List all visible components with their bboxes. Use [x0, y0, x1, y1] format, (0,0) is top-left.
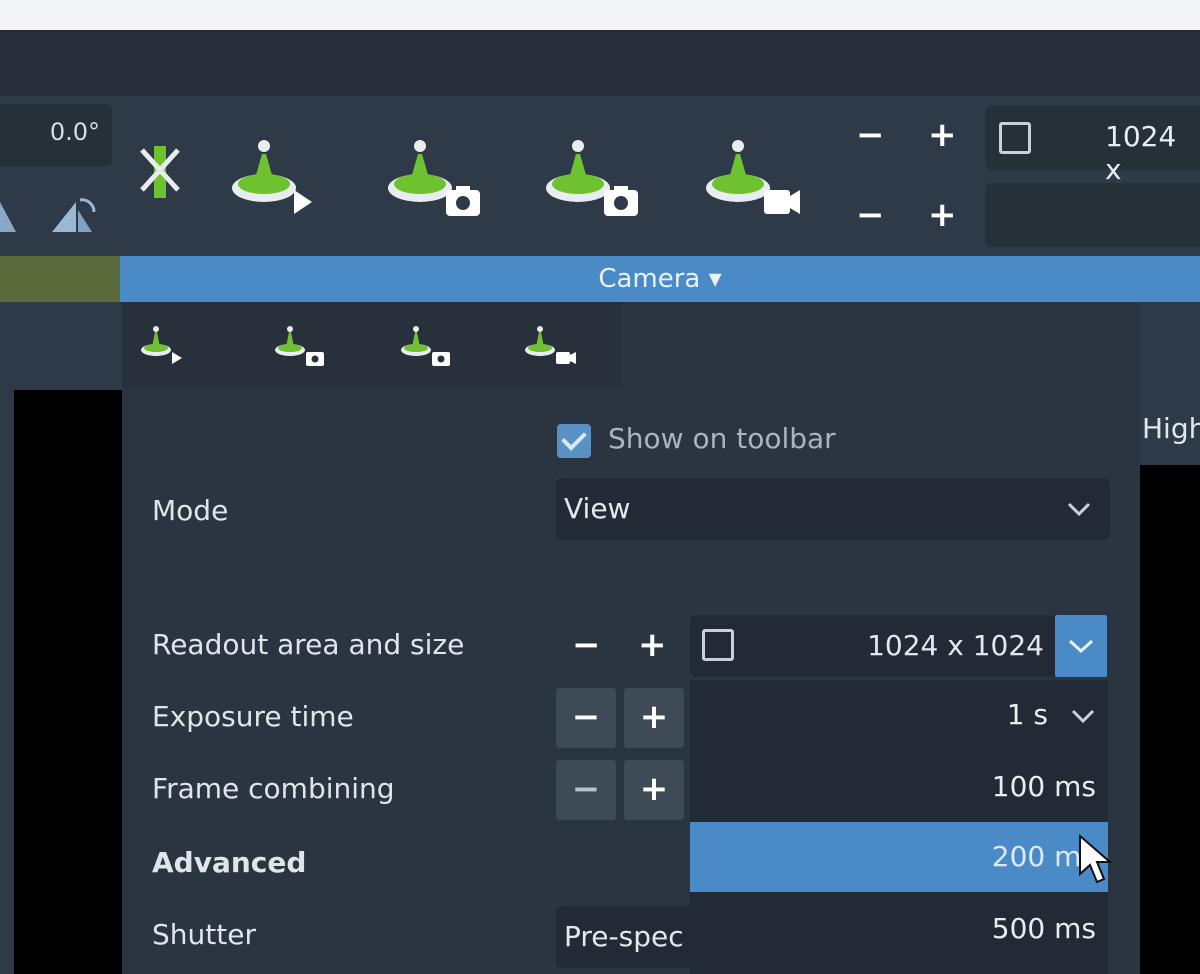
popup-tab-strip-empty — [622, 302, 1140, 388]
chevron-down-icon — [1068, 639, 1094, 654]
exposure-current-text: 1 s — [1006, 698, 1048, 731]
mode-select[interactable]: View — [556, 478, 1110, 540]
toolbar-minus-button-bottom[interactable]: − — [856, 198, 885, 232]
angle-value: 0.0° — [49, 118, 100, 146]
dropdown-option-text: 500 ms — [991, 912, 1096, 945]
exposure-plus-button[interactable]: + — [624, 688, 684, 748]
frame-plus-button[interactable]: + — [624, 760, 684, 820]
video-beam-icon[interactable] — [704, 134, 804, 220]
browser-top-strip — [0, 0, 1200, 30]
title-bar — [0, 30, 1200, 96]
section-bar-green — [0, 256, 120, 302]
readout-minus-button[interactable]: − — [572, 628, 601, 662]
show-on-toolbar-checkbox[interactable] — [557, 424, 591, 458]
advanced-heading: Advanced — [152, 846, 307, 879]
toolbar-minus-button-top[interactable]: − — [856, 118, 885, 152]
camera-beam-icon[interactable] — [386, 134, 486, 220]
rotate-triangle-icon[interactable] — [46, 190, 100, 238]
tab-camera-beam-icon[interactable] — [274, 322, 330, 368]
triangle-small-icon[interactable] — [0, 192, 20, 236]
shutter-select[interactable]: Pre-spec — [556, 906, 696, 968]
exposure-minus-button[interactable]: − — [556, 688, 616, 748]
mode-select-value: View — [564, 492, 631, 525]
readout-checkbox[interactable] — [999, 122, 1031, 154]
view-beam-icon[interactable] — [230, 134, 322, 220]
angle-field[interactable]: 0.0° — [0, 104, 112, 166]
chevron-down-icon — [1067, 502, 1091, 517]
toolbar-readout-value: 1024 x — [1105, 120, 1177, 186]
camera-section-label: Camera ▾ — [598, 264, 722, 294]
shutter-label: Shutter — [152, 918, 256, 951]
dropdown-option-selected[interactable]: 200 ms — [690, 822, 1108, 892]
show-on-toolbar-label: Show on toolbar — [608, 422, 836, 455]
exposure-time-label: Exposure time — [152, 700, 354, 733]
readout-size-value: 1024 x 1024 — [867, 629, 1044, 662]
left-image-view — [14, 390, 122, 974]
readout-plus-button[interactable]: + — [638, 628, 667, 662]
readout-area-label: Readout area and size — [152, 628, 465, 661]
toolbar-plus-button-top[interactable]: + — [928, 118, 957, 152]
tab-view-beam-icon[interactable] — [140, 322, 190, 368]
dropdown-option[interactable]: 100 ms — [690, 752, 1108, 822]
cross-x-icon[interactable] — [136, 140, 186, 204]
readout-dropdown-button[interactable] — [1055, 615, 1107, 677]
tab-camera-beam-icon-2[interactable] — [400, 322, 456, 368]
dropdown-option-text: 100 ms — [991, 770, 1096, 803]
frame-combining-label: Frame combining — [152, 772, 395, 805]
toolbar-plus-button-bottom[interactable]: + — [928, 198, 957, 232]
tab-video-beam-icon[interactable] — [524, 322, 580, 368]
toolbar-readout-field[interactable]: 1024 x — [985, 106, 1200, 186]
readout-area-checkbox[interactable] — [702, 629, 734, 661]
mouse-cursor-icon — [1079, 834, 1112, 884]
dropdown-option[interactable]: 500 ms — [690, 894, 1108, 964]
right-image-view — [1140, 465, 1200, 974]
shutter-select-value: Pre-spec — [564, 920, 684, 953]
toolbar-secondary-field[interactable] — [985, 183, 1200, 247]
right-edge-label: High — [1142, 412, 1200, 445]
mode-label: Mode — [152, 494, 229, 527]
exposure-dropdown-list: 1 s 100 ms 200 ms 500 ms — [690, 680, 1108, 974]
camera-beam-icon-2[interactable] — [544, 134, 644, 220]
frame-minus-button[interactable]: − — [556, 760, 616, 820]
exposure-current-value[interactable]: 1 s — [690, 680, 1108, 750]
readout-size-select[interactable]: 1024 x 1024 — [690, 615, 1058, 677]
chevron-down-icon — [1071, 709, 1095, 724]
camera-section-header[interactable]: Camera ▾ — [120, 256, 1200, 302]
